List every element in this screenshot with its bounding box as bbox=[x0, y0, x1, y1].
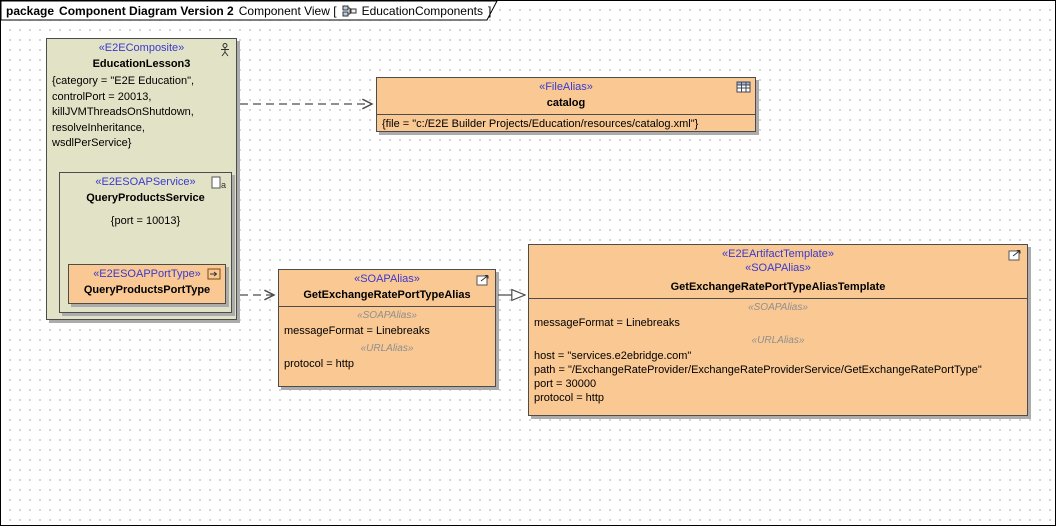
node-name: catalog bbox=[377, 94, 755, 110]
node-name: QueryProductsPortType bbox=[69, 281, 225, 297]
url-properties-text: protocol = http bbox=[279, 355, 495, 373]
url-properties-text: host = "services.e2ebridge.com" path = "… bbox=[529, 347, 1027, 407]
frame-kind-label: package bbox=[6, 4, 54, 18]
frame-title: Component Diagram Version 2 bbox=[59, 4, 234, 18]
component-queryproductsporttype[interactable]: «E2ESOAPPortType» QueryProductsPortType bbox=[68, 264, 226, 304]
port-type-icon bbox=[207, 268, 221, 280]
soap-properties-text: messageFormat = Linebreaks bbox=[529, 314, 1027, 332]
diagram-frame-tab[interactable]: package Component Diagram Version 2 Comp… bbox=[1, 1, 501, 21]
alias-out-arrow-icon bbox=[1008, 248, 1023, 261]
soap-service-icon: a bbox=[211, 176, 227, 190]
stereotype-label: «E2EComposite» bbox=[47, 39, 236, 55]
node-name: EducationLesson3 bbox=[47, 55, 236, 71]
frame-view-label: Component View [ bbox=[239, 4, 337, 18]
svg-text:a: a bbox=[221, 180, 226, 190]
component-diagram-icon bbox=[342, 4, 357, 18]
properties-text: {file = "c:/E2E Builder Projects/Educati… bbox=[377, 115, 755, 133]
section-stereotype-url: «URLAlias» bbox=[529, 332, 1027, 347]
component-catalog[interactable]: «FileAlias» catalog {file = "c:/E2E Buil… bbox=[376, 77, 756, 132]
component-educationlesson3[interactable]: «E2EComposite» EducationLesson3 {categor… bbox=[46, 38, 237, 320]
file-table-icon bbox=[736, 81, 751, 93]
stereotype-label: «SOAPAlias» bbox=[279, 270, 495, 286]
node-name: QueryProductsService bbox=[60, 189, 231, 205]
component-getexchangerateporttypealias[interactable]: «SOAPAlias» GetExchangeRatePortTypeAlias… bbox=[278, 269, 496, 387]
stereotype-label: «E2ESOAPService» bbox=[60, 173, 231, 189]
stereotype-label: «FileAlias» bbox=[377, 78, 755, 94]
section-stereotype-soap: «SOAPAlias» bbox=[529, 299, 1027, 314]
section-stereotype-url: «URLAlias» bbox=[279, 340, 495, 355]
properties-text: {category = "E2E Education", controlPort… bbox=[47, 71, 236, 154]
section-stereotype-soap: «SOAPAlias» bbox=[279, 307, 495, 322]
stereotype-label-2: «SOAPAlias» bbox=[529, 261, 1027, 275]
composite-figure-icon bbox=[217, 42, 232, 57]
component-queryproductsservice[interactable]: «E2ESOAPService» QueryProductsService {p… bbox=[59, 172, 232, 313]
alias-out-arrow-icon bbox=[476, 273, 491, 286]
node-name: GetExchangeRatePortTypeAliasTemplate bbox=[529, 275, 1027, 294]
properties-text: {port = 10013} bbox=[60, 205, 231, 232]
component-getexchangerateporttypealiastemplate[interactable]: «E2EArtifactTemplate» «SOAPAlias» GetExc… bbox=[528, 244, 1028, 416]
node-name: GetExchangeRatePortTypeAlias bbox=[279, 286, 495, 302]
diagram-canvas[interactable]: package Component Diagram Version 2 Comp… bbox=[0, 0, 1056, 526]
frame-bracket-close: ] bbox=[488, 4, 491, 18]
soap-properties-text: messageFormat = Linebreaks bbox=[279, 322, 495, 340]
frame-diagram-name: EducationComponents bbox=[362, 4, 483, 18]
frame-tab-content: package Component Diagram Version 2 Comp… bbox=[1, 1, 501, 20]
stereotype-label: «E2ESOAPPortType» bbox=[69, 265, 225, 281]
stereotype-label-1: «E2EArtifactTemplate» bbox=[529, 245, 1027, 261]
